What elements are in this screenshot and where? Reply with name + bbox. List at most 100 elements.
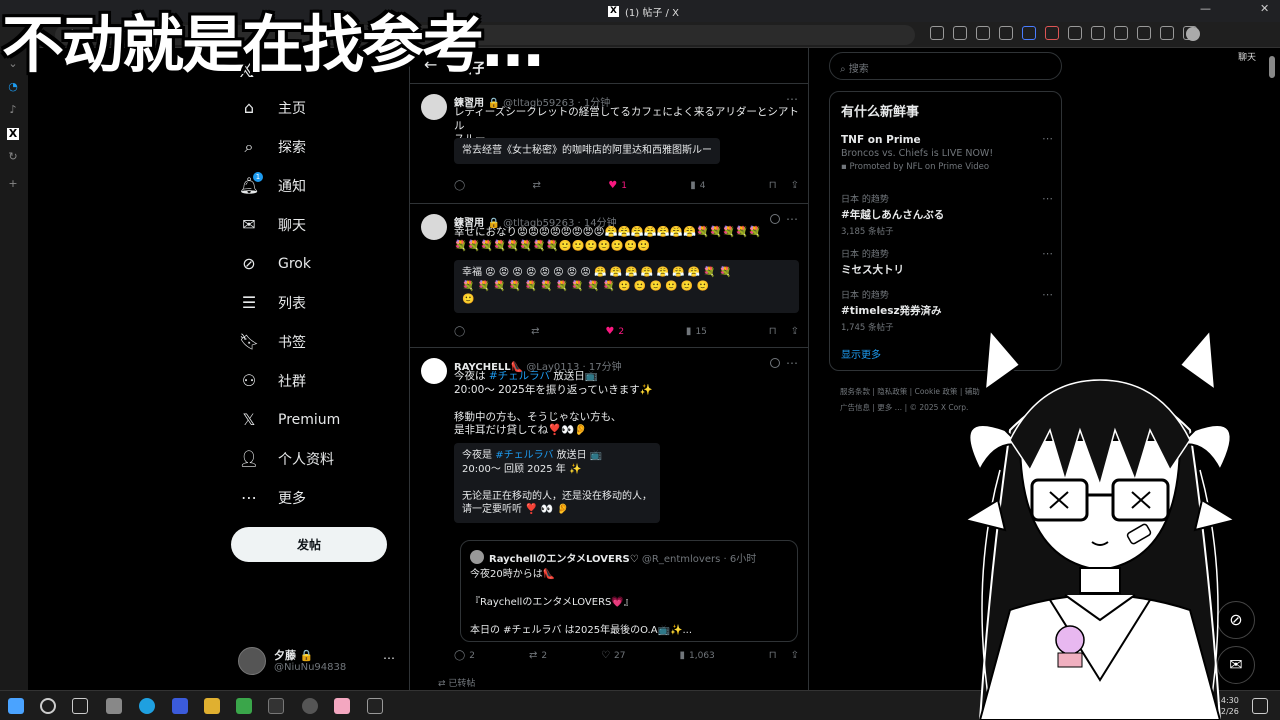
x-tab-icon[interactable]: X	[7, 128, 19, 140]
split-screen-icon[interactable]	[930, 26, 944, 40]
translate-icon[interactable]	[1022, 26, 1036, 40]
hashtag-link[interactable]: #チェルラバ	[495, 450, 553, 461]
search-placeholder: 搜索	[848, 64, 869, 75]
like-button[interactable]: ♥ 1	[608, 180, 627, 191]
edge-browser-icon[interactable]	[139, 698, 155, 714]
tweet[interactable]: 鍊習用 🔒 @tltagb59263 · 14分钟 ⋯ 幸せにおなり😡😡😡😡😡😡…	[410, 204, 808, 348]
nav-chat[interactable]: ✉ 聊天	[232, 205, 402, 244]
favorite-star-icon[interactable]	[976, 26, 990, 40]
tweet-translation: 今夜是 #チェルラバ 放送日 📺 20:00〜 回顾 2025 年 ✨ 无论是正…	[454, 443, 660, 523]
copilot-label[interactable]: 聊天	[1238, 50, 1256, 63]
more-icon[interactable]: ⋯	[786, 356, 798, 370]
reply-icon: ◯	[454, 650, 466, 661]
account-switcher[interactable]: 夕藤 🔒 @NiuNu94838 ⋯	[238, 645, 403, 675]
windows-start-icon[interactable]	[8, 698, 24, 714]
refresh-tab-icon[interactable]: ↻	[7, 151, 19, 163]
more-icon[interactable]: ⋯	[786, 212, 798, 226]
terminal-icon[interactable]	[268, 698, 284, 714]
like-button[interactable]: ♡ 27	[601, 650, 625, 661]
grok-explain-icon[interactable]	[770, 358, 780, 368]
share-icon: ⇪	[790, 326, 799, 337]
browser-profile-avatar[interactable]	[1186, 27, 1200, 41]
screenshot-icon[interactable]	[999, 26, 1013, 40]
avatar[interactable]	[421, 358, 447, 384]
more-icon[interactable]: ⋯	[1042, 288, 1053, 301]
retweet-button[interactable]: ⇄	[533, 180, 545, 191]
nav-bookmarks[interactable]: 🔖︎ 书签	[232, 322, 402, 361]
views-button[interactable]: ▮ 15	[686, 326, 707, 337]
trend-subtitle: Broncos vs. Chiefs is LIVE NOW!	[841, 148, 994, 159]
trend-context: 日本 的趋势	[841, 195, 889, 205]
nav-more[interactable]: ⋯ 更多	[232, 478, 402, 517]
nav-explore[interactable]: ⌕ 探索	[232, 127, 402, 166]
nav-premium[interactable]: 𝕏 Premium	[232, 400, 402, 439]
reply-button[interactable]: ◯ 2	[454, 650, 475, 661]
trend-item[interactable]: 日本 的趋势 #年越しあんさんぶる 3,185 条帖子 ⋯	[841, 192, 1053, 237]
file-explorer-icon[interactable]	[204, 698, 220, 714]
trend-item[interactable]: 日本 的趋势 ミセス大トリ ⋯	[841, 247, 1053, 277]
app-icon[interactable]	[106, 698, 122, 714]
retweet-icon: ⇄	[528, 650, 538, 661]
tweet-actions: ◯ ⇄ ♥ 1 ▮ 4 ⊓ ⇪	[454, 180, 799, 191]
browser-tab[interactable]: X (1) 帖子 / X	[608, 4, 679, 19]
nav-notifications[interactable]: 🔔︎ 1 通知	[232, 166, 402, 205]
quote-tweet[interactable]: RaychellのエンタメLOVERS♡ @R_entmlovers · 6小时…	[460, 540, 798, 642]
qq-app-icon[interactable]	[367, 698, 383, 714]
collections-icon[interactable]	[1137, 26, 1151, 40]
speaker-icon[interactable]: ♪	[7, 104, 19, 116]
obs-app-icon[interactable]	[302, 698, 318, 714]
avatar[interactable]	[421, 94, 447, 120]
notification-center-icon[interactable]	[1252, 698, 1268, 714]
nav-home[interactable]: ⌂ 主页	[232, 88, 402, 127]
account-menu-icon[interactable]: ⋯	[383, 651, 395, 665]
read-aloud-icon[interactable]	[953, 26, 967, 40]
views-button[interactable]: ▮ 4	[690, 180, 705, 191]
nav-grok[interactable]: ⊘ Grok	[232, 244, 402, 283]
more-icon[interactable]: ⋯	[1042, 247, 1053, 260]
search-input[interactable]: ⌕ 搜索	[829, 52, 1062, 80]
scrollbar[interactable]	[1269, 56, 1275, 78]
translation-part: 今夜是	[462, 450, 496, 461]
tweet[interactable]: 鍊習用 🔒 @tltagb59263 · 1分钟 ⋯ レディーズシークレットの経…	[410, 84, 808, 204]
bookmark-button[interactable]: ⊓ ⇪	[769, 326, 799, 337]
trend-item[interactable]: TNF on Prime Broncos vs. Chiefs is LIVE …	[841, 132, 1053, 172]
chart-app-icon[interactable]	[172, 698, 188, 714]
nav-lists[interactable]: ☰ 列表	[232, 283, 402, 322]
nav-communities-label: 社群	[278, 373, 306, 390]
more-icon[interactable]: ⋯	[1042, 192, 1053, 205]
trend-name: TNF on Prime	[841, 134, 921, 146]
more-icon[interactable]: ⋯	[1042, 132, 1053, 145]
hashtag-link[interactable]: #チェルラバ	[489, 370, 550, 382]
views-count: 1,063	[689, 650, 715, 661]
show-more-link[interactable]: 显示更多	[841, 346, 881, 361]
retweeted-label: 已转帖	[448, 679, 476, 689]
nav-communities[interactable]: ⚇ 社群	[232, 361, 402, 400]
trend-context: 日本 的趋势	[841, 250, 889, 260]
bookmark-button[interactable]: ⊓ ⇪	[769, 650, 799, 661]
like-button[interactable]: ♥ 2	[605, 326, 624, 337]
post-button[interactable]: 发帖	[231, 527, 387, 562]
extension-icon[interactable]	[1045, 26, 1059, 40]
reply-button[interactable]: ◯	[454, 180, 469, 191]
history-icon[interactable]	[1160, 26, 1174, 40]
pink-app-icon[interactable]	[334, 698, 350, 714]
tweet[interactable]: RAYCHELL👠 @Lay0113 · 17分钟 ⋯ 今夜は #チェルラバ 放…	[410, 348, 808, 690]
taskbar-search-icon[interactable]	[40, 698, 56, 714]
avatar[interactable]	[421, 214, 447, 240]
task-view-icon[interactable]	[72, 698, 88, 714]
spreadsheet-app-icon[interactable]	[236, 698, 252, 714]
bookmark-button[interactable]: ⊓ ⇪	[769, 180, 799, 191]
views-button[interactable]: ▮ 1,063	[679, 650, 714, 661]
reply-button[interactable]: ◯	[454, 326, 469, 337]
add-tab-icon[interactable]: +	[7, 178, 19, 190]
grok-explain-icon[interactable]	[770, 214, 780, 224]
extensions-puzzle-icon[interactable]	[1091, 26, 1105, 40]
favorites-icon[interactable]	[1114, 26, 1128, 40]
close-window-icon[interactable]: ✕	[1260, 2, 1269, 15]
retweet-button[interactable]: ⇄	[531, 326, 543, 337]
refresh-icon[interactable]	[1068, 26, 1082, 40]
more-icon[interactable]: ⋯	[786, 92, 798, 106]
minimize-icon[interactable]: —	[1200, 2, 1211, 15]
retweet-button[interactable]: ⇄ 2	[529, 650, 547, 661]
nav-profile[interactable]: 👤︎ 个人资料	[232, 439, 402, 478]
